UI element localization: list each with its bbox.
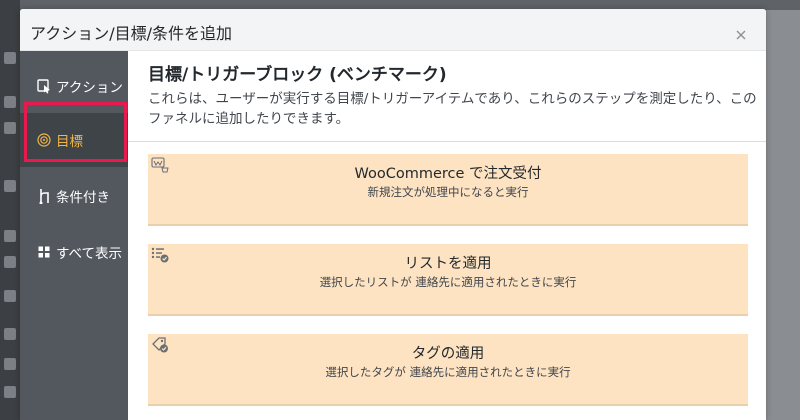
nav-item-goal[interactable]: 目標 bbox=[20, 113, 128, 167]
nav-item-conditional[interactable]: 条件付き bbox=[20, 169, 128, 223]
goal-card-apply-tag[interactable]: タグの適用 選択したタグが 連絡先に適用されたときに実行 bbox=[148, 334, 748, 406]
nav-item-all[interactable]: すべて表示 bbox=[20, 225, 128, 279]
modal-header: アクション/目標/条件を追加 bbox=[20, 9, 766, 51]
admin-menu-icon bbox=[4, 256, 16, 268]
add-step-modal: アクション/目標/条件を追加 アクション 目標 条件付き すべて表示 目標/トリ… bbox=[20, 9, 766, 420]
close-icon[interactable] bbox=[734, 27, 748, 41]
card-description: 選択したリストが 連絡先に適用されたときに実行 bbox=[319, 275, 577, 289]
goals-panel: 目標/トリガーブロック (ベンチマーク) これらは、ユーザーが実行する目標/トリ… bbox=[128, 51, 766, 420]
goal-card-apply-list[interactable]: リストを適用 選択したリストが 連絡先に適用されたときに実行 bbox=[148, 244, 748, 316]
modal-title: アクション/目標/条件を追加 bbox=[30, 24, 232, 43]
nav-item-label: すべて表示 bbox=[56, 246, 123, 262]
admin-menu-icon bbox=[4, 122, 16, 134]
grid-icon bbox=[35, 243, 53, 261]
card-title: WooCommerce で注文受付 bbox=[354, 166, 542, 182]
admin-sidebar bbox=[0, 0, 20, 420]
card-description: 新規注文が処理中になると実行 bbox=[367, 185, 529, 199]
admin-menu-icon bbox=[4, 52, 16, 64]
card-title: タグの適用 bbox=[411, 346, 485, 362]
goal-card-woocommerce[interactable]: WooCommerce で注文受付 新規注文が処理中になると実行 bbox=[148, 154, 748, 226]
admin-menu-icon bbox=[4, 96, 16, 108]
admin-menu-icon bbox=[4, 358, 16, 370]
card-title: リストを適用 bbox=[404, 256, 492, 272]
section-description: これらは、ユーザーが実行する目標/トリガーアイテムであり、これらのステップを測定… bbox=[148, 91, 757, 127]
divider bbox=[128, 141, 766, 142]
section-title: 目標/トリガーブロック (ベンチマーク) bbox=[148, 65, 447, 85]
nav-item-label: 目標 bbox=[56, 134, 83, 150]
admin-menu-icon bbox=[4, 328, 16, 340]
nav-item-action[interactable]: アクション bbox=[20, 59, 128, 113]
admin-menu-icon bbox=[4, 386, 16, 398]
admin-menu-icon bbox=[4, 230, 16, 242]
step-type-nav: アクション 目標 条件付き すべて表示 bbox=[20, 51, 128, 420]
admin-menu-icon bbox=[4, 180, 16, 192]
card-description: 選択したタグが 連絡先に適用されたときに実行 bbox=[325, 365, 571, 379]
conditional-icon bbox=[35, 187, 53, 205]
admin-menu-icon bbox=[4, 290, 16, 302]
nav-item-label: 条件付き bbox=[56, 190, 110, 206]
goal-icon bbox=[35, 131, 53, 149]
nav-item-label: アクション bbox=[56, 80, 123, 96]
action-icon bbox=[35, 77, 53, 95]
